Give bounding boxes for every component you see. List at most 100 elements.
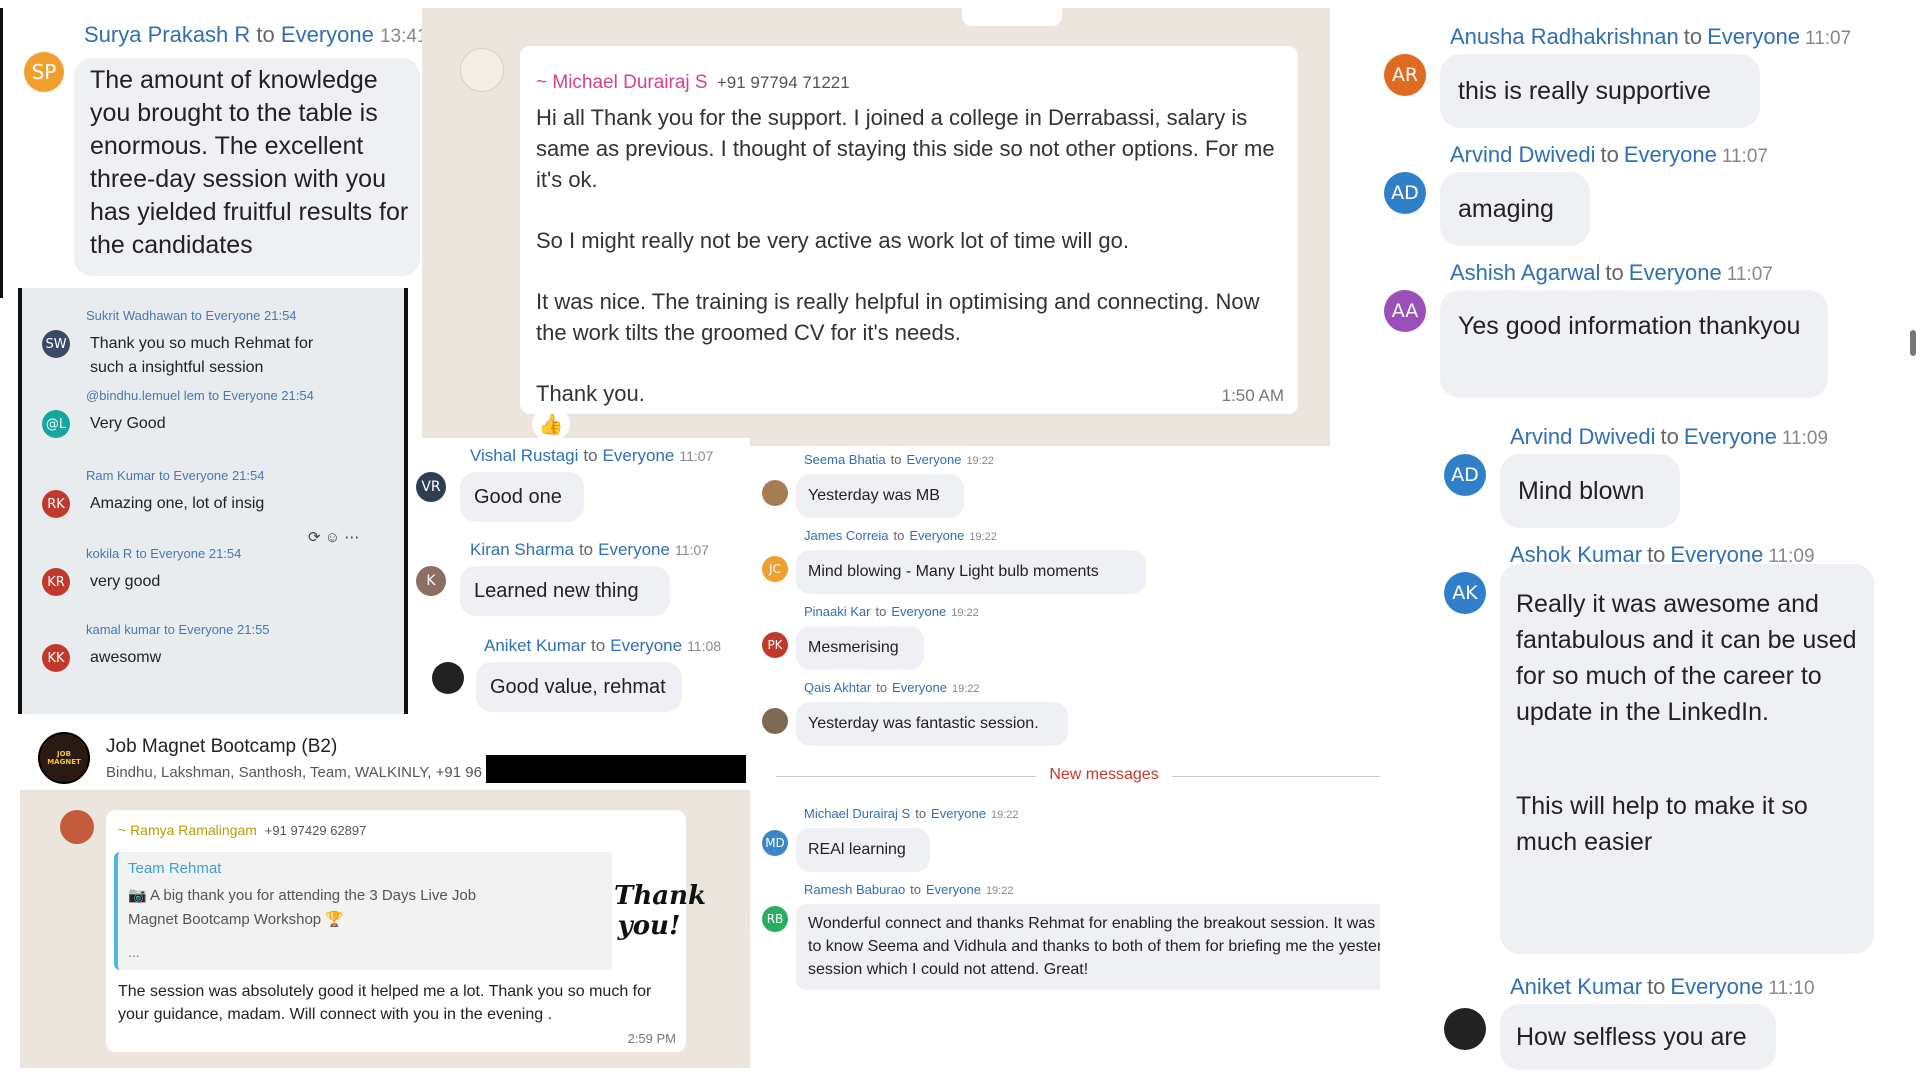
message-time: 1:50 AM xyxy=(1221,386,1284,405)
scroll-tab xyxy=(962,8,1062,26)
to-label: to xyxy=(893,528,905,543)
message-body: Hi all Thank you for the support. I join… xyxy=(536,102,1286,409)
group-header[interactable]: JOB MAGNET Job Magnet Bootcamp (B2) Bind… xyxy=(20,724,750,786)
message-text: Mind blown xyxy=(1518,477,1645,505)
to-label: to xyxy=(1605,260,1624,285)
message-time: 19:22 xyxy=(966,455,994,467)
avatar: MD xyxy=(762,830,788,856)
sender-name[interactable]: Michael Durairaj S xyxy=(804,806,910,821)
message-bubble: Good value, rehmat xyxy=(476,662,682,712)
sender-name[interactable]: Qais Akhtar xyxy=(804,680,871,695)
message-text: Wonderful connect and thanks Rehmat for … xyxy=(808,915,1420,978)
message-paragraph: Thank you. xyxy=(536,381,645,406)
message-text: The amount of knowledge you brought to t… xyxy=(90,66,409,259)
message-text: Learned new thing xyxy=(474,580,639,602)
message-meta: Ramesh Baburao to Everyone 19:22 xyxy=(804,882,1013,897)
message-bubble: Yesterday was fantastic session. xyxy=(796,702,1068,746)
message-text: Thank you so much Rehmat for such a insi… xyxy=(90,335,314,376)
message-meta: Anusha Radhakrishnan to Everyone 11:07 xyxy=(1450,24,1851,50)
message-bubble: this is really supportive xyxy=(1440,54,1760,128)
avatar: K xyxy=(416,566,446,596)
group-title: Job Magnet Bootcamp (B2) xyxy=(106,736,338,757)
message-text: Good one xyxy=(474,486,562,508)
message-actions[interactable]: ⟳ ☺ ⋯ xyxy=(308,528,359,546)
sender-name[interactable]: Arvind Dwivedi xyxy=(1510,424,1656,449)
message-paragraph: So I might really not be very active as … xyxy=(536,228,1130,253)
sender-name[interactable]: Aniket Kumar xyxy=(1510,974,1642,999)
message-meta: @bindhu.lemuel lem to Everyone 21:54 xyxy=(86,388,314,403)
quote-more: ... xyxy=(128,944,140,960)
scrollbar-thumb[interactable] xyxy=(1910,330,1916,356)
avatar: VR xyxy=(416,472,446,502)
avatar: SW xyxy=(42,330,70,358)
sender-name[interactable]: Seema Bhatia xyxy=(804,452,886,467)
quoted-message[interactable]: Team Rehmat 📷 A big thank you for attend… xyxy=(114,852,614,970)
avatar xyxy=(1444,1008,1486,1050)
to-label: to xyxy=(876,680,888,695)
group-members: Bindhu, Lakshman, Santhosh, Team, WALKIN… xyxy=(106,764,482,781)
whatsapp-chat-panel: ~ Michael Durairaj S +91 97794 71221 Hi … xyxy=(422,8,1330,446)
sender-name[interactable]: Arvind Dwivedi xyxy=(1450,142,1596,167)
message-bubble: Yes good information thankyou xyxy=(1440,290,1828,398)
message-meta: Pinaaki Kar to Everyone 19:22 xyxy=(804,604,979,619)
sender-name[interactable]: Pinaaki Kar xyxy=(804,604,870,619)
message-time: 19:22 xyxy=(969,531,997,543)
to-label: to xyxy=(1600,142,1619,167)
sender-name[interactable]: James Correia xyxy=(804,528,889,543)
message-header: ~ Michael Durairaj S +91 97794 71221 xyxy=(536,72,850,94)
sender-name[interactable]: Kiran Sharma xyxy=(470,540,574,559)
message-time: 11:08 xyxy=(687,638,722,654)
message-bubble: Really it was awesome and fantabulous an… xyxy=(1500,564,1874,954)
sender-name[interactable]: Ashish Agarwal xyxy=(1450,260,1600,285)
to-label: to xyxy=(875,604,887,619)
message-time: 2:59 PM xyxy=(627,1031,676,1046)
to-label: to xyxy=(1660,424,1679,449)
message-bubble: REAl learning xyxy=(796,828,930,872)
message-bubble: The amount of knowledge you brought to t… xyxy=(74,58,420,276)
whatsapp-ramya-panel: ~ Ramya Ramalingam +91 97429 62897 Team … xyxy=(20,790,750,1068)
to-label: to xyxy=(1647,974,1666,999)
message-meta: Sukrit Wadhawan to Everyone 21:54 xyxy=(86,308,297,323)
sender-name[interactable]: Vishal Rustagi xyxy=(470,446,578,465)
message-meta: Kiran Sharma to Everyone 11:07 xyxy=(470,540,709,560)
reaction-badge[interactable]: 👍 xyxy=(532,408,570,440)
message-meta: Ram Kumar to Everyone 21:54 xyxy=(86,468,265,483)
avatar: KR xyxy=(42,568,70,596)
recipient-name: Everyone xyxy=(602,446,675,465)
sender-phone: +91 97794 71221 xyxy=(716,73,850,92)
avatar: AD xyxy=(1384,172,1426,214)
to-label: to xyxy=(910,882,922,897)
recipient-name: Everyone xyxy=(891,604,947,619)
message-meta: Aniket Kumar to Everyone 11:08 xyxy=(484,636,721,656)
sender-name[interactable]: Surya Prakash R xyxy=(84,22,250,47)
recipient-name: Everyone xyxy=(931,806,986,821)
sender-name[interactable]: ~ Ramya Ramalingam xyxy=(118,822,257,838)
sender-name[interactable]: Ramesh Baburao xyxy=(804,882,905,897)
message-time: 19:22 xyxy=(990,809,1019,821)
message-bubble: Mind blowing - Many Light bulb moments xyxy=(796,550,1146,594)
avatar: RB xyxy=(762,906,788,932)
avatar: @L xyxy=(42,410,70,438)
sender-name[interactable]: Anusha Radhakrishnan xyxy=(1450,24,1679,49)
message-meta: James Correia to Everyone 19:22 xyxy=(804,528,997,543)
message-bubble: ~ Ramya Ramalingam +91 97429 62897 Team … xyxy=(106,810,706,1052)
message-text: Yesterday was MB xyxy=(808,487,940,504)
avatar xyxy=(432,662,464,694)
to-label: to xyxy=(583,446,598,465)
group-logo: JOB MAGNET xyxy=(38,732,90,784)
sender-name[interactable]: Aniket Kumar xyxy=(484,636,586,655)
message-text: Amazing one, lot of insig xyxy=(90,495,265,512)
avatar: AA xyxy=(1384,290,1426,332)
message-header: ~ Ramya Ramalingam +91 97429 62897 xyxy=(118,822,366,838)
center-chat-panel: Seema Bhatia to Everyone 19:22 Yesterday was… xyxy=(756,446,1432,1006)
message-meta: Ashish Agarwal to Everyone 11:07 xyxy=(1450,260,1773,286)
middle-chat-panel: VR Vishal Rustagi to Everyone 11:07 Good one K… xyxy=(410,438,750,718)
new-messages-divider: New messages xyxy=(776,766,1432,786)
recipient-name: Everyone xyxy=(1623,142,1717,167)
message-text: Really it was awesome and fantabulous an… xyxy=(1516,590,1857,726)
sender-avatar xyxy=(460,48,504,92)
message-text: Mind blowing - Many Light bulb moments xyxy=(808,563,1099,580)
message-meta: kokila R to Everyone 21:54 xyxy=(86,546,242,561)
sender-name[interactable]: ~ Michael Durairaj S xyxy=(536,72,708,93)
recipient-name: Everyone xyxy=(892,680,947,695)
